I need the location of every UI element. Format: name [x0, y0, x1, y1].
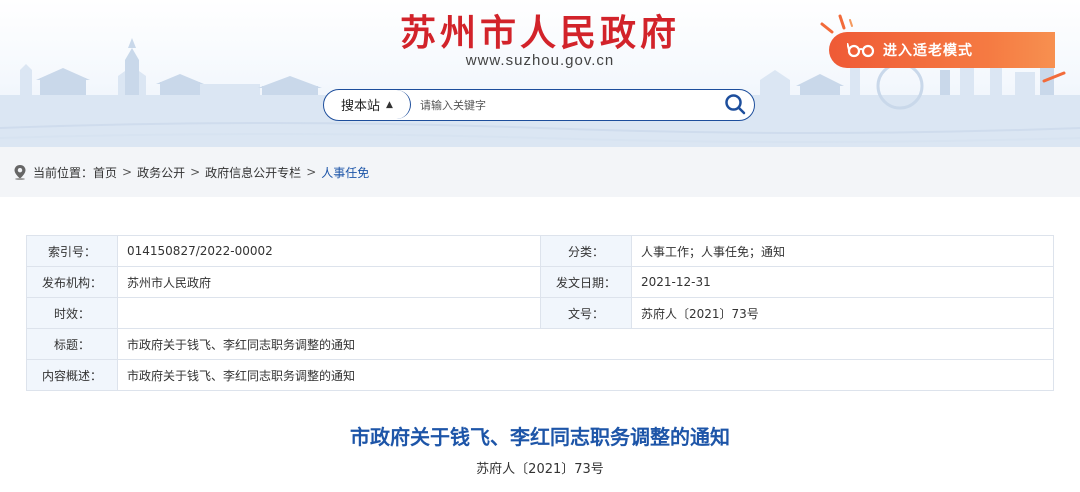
- title-value: 市政府关于钱飞、李红同志职务调整的通知: [117, 328, 1054, 360]
- search-input[interactable]: [418, 94, 712, 116]
- publisher-label: 发布机构：: [26, 266, 118, 298]
- breadcrumb-info-column[interactable]: 政府信息公开专栏: [205, 164, 301, 181]
- table-row: 时效： 文号： 苏府人〔2021〕73号: [26, 297, 1054, 329]
- elder-mode-label: 进入适老模式: [883, 43, 973, 59]
- site-header: 苏州市人民政府 www.suzhou.gov.cn 搜本站 ▲ 进入适老模式: [0, 0, 1080, 147]
- search-scope-label: 搜本站: [341, 99, 381, 114]
- caret-up-icon: ▲: [386, 99, 393, 110]
- index-number-label: 索引号：: [26, 235, 118, 267]
- table-row: 发布机构： 苏州市人民政府 发文日期： 2021-12-31: [26, 266, 1054, 298]
- search-scope-select[interactable]: 搜本站 ▲: [324, 90, 411, 119]
- search-icon[interactable]: [724, 93, 746, 119]
- issue-date-value: 2021-12-31: [631, 266, 1054, 298]
- breadcrumb-prefix: 当前位置：: [33, 165, 94, 180]
- location-pin-icon: [14, 165, 26, 180]
- index-number-value: 014150827/2022-00002: [117, 235, 541, 267]
- breadcrumb-home[interactable]: 首页: [93, 164, 117, 181]
- breadcrumb-current[interactable]: 人事任免: [321, 164, 369, 181]
- doc-number-label: 文号：: [540, 297, 632, 329]
- validity-label: 时效：: [26, 297, 118, 329]
- document-number: 苏府人〔2021〕73号: [476, 462, 604, 477]
- category-label: 分类：: [540, 235, 632, 267]
- issue-date-label: 发文日期：: [540, 266, 632, 298]
- summary-value: 市政府关于钱飞、李红同志职务调整的通知: [117, 359, 1054, 391]
- title-label: 标题：: [26, 328, 118, 360]
- sparkle-decoration-icon: [1042, 71, 1066, 83]
- summary-label: 内容概述：: [26, 359, 118, 391]
- category-value: 人事工作；人事任免；通知: [631, 235, 1054, 267]
- table-row: 标题： 市政府关于钱飞、李红同志职务调整的通知: [26, 328, 1054, 360]
- elder-mode-button[interactable]: 进入适老模式: [829, 32, 1055, 68]
- glasses-icon: [847, 43, 875, 58]
- breadcrumb-separator: >: [306, 165, 317, 179]
- breadcrumb-separator: >: [190, 165, 201, 179]
- breadcrumb: 当前位置： 首页 > 政务公开 > 政府信息公开专栏 > 人事任免: [0, 147, 1080, 197]
- search-bar: 搜本站 ▲: [323, 89, 755, 121]
- table-row: 索引号： 014150827/2022-00002 分类： 人事工作；人事任免；…: [26, 235, 1054, 267]
- publisher-value: 苏州市人民政府: [117, 266, 541, 298]
- document-title: 市政府关于钱飞、李红同志职务调整的通知: [350, 425, 730, 449]
- breadcrumb-gov-affairs[interactable]: 政务公开: [137, 164, 185, 181]
- breadcrumb-separator: >: [122, 165, 133, 179]
- document-metadata-table: 索引号： 014150827/2022-00002 分类： 人事工作；人事任免；…: [26, 235, 1054, 391]
- table-row: 内容概述： 市政府关于钱飞、李红同志职务调整的通知: [26, 359, 1054, 391]
- doc-number-value: 苏府人〔2021〕73号: [631, 297, 1054, 329]
- validity-value: [117, 297, 541, 329]
